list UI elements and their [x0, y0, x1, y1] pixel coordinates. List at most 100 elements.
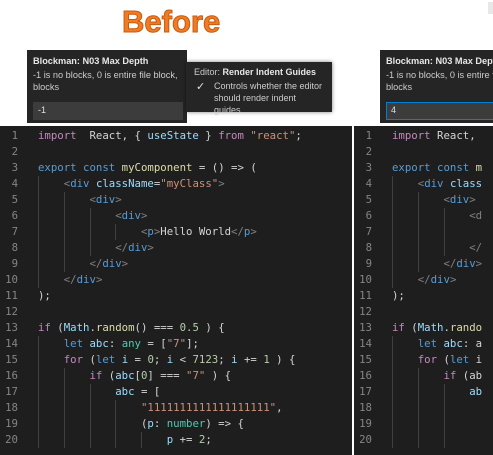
render-indent-guides-name: Render Indent Guides	[222, 67, 317, 77]
left-setting-desc-2: blocks	[33, 82, 60, 92]
code-text: <div>	[443, 193, 476, 206]
code-text: </div>	[63, 273, 103, 286]
right-code-editor[interactable]: 1 import React, 2 3 export const m 4 <div cl…	[354, 126, 493, 455]
line-number: 19	[359, 417, 372, 430]
code-text: </div>	[443, 257, 483, 270]
code-text: if (Math.rando	[392, 321, 483, 334]
code-text: </div>	[115, 241, 154, 254]
left-max-depth-input[interactable]: -1	[33, 102, 183, 120]
indent-guide	[417, 192, 419, 272]
left-code-editor[interactable]: 1 import React, { useState } from "react"…	[0, 126, 352, 455]
code-text: if (Math.random() === 0.5 ) {	[38, 321, 225, 334]
code-text: <div className="myClass">	[63, 177, 225, 190]
render-indent-guides-prefix: Editor:	[194, 67, 221, 77]
code-text: export const m	[392, 161, 483, 174]
right-setting-title: Blockman: N03 Max Depth	[386, 56, 493, 66]
line-number: 14	[5, 337, 18, 350]
line-number: 16	[5, 369, 18, 382]
code-text: ab	[469, 385, 483, 398]
code-text: );	[38, 289, 51, 302]
line-number: 10	[5, 273, 18, 286]
indent-guide	[141, 432, 143, 448]
render-indent-guides-title: Editor: Render Indent Guides	[194, 66, 316, 78]
code-text: <div class	[417, 177, 483, 190]
indent-guide	[38, 176, 39, 288]
indent-guide	[443, 208, 445, 256]
line-number: 13	[5, 321, 18, 334]
line-number: 20	[359, 433, 372, 446]
line-number: 19	[5, 417, 18, 430]
code-text: for (let i = 0; i < 7123; i += 1 ) {	[63, 353, 296, 366]
line-number: 2	[365, 145, 372, 158]
before-heading-text: Before	[122, 4, 220, 39]
line-number: 8	[365, 241, 372, 254]
indent-guide	[38, 336, 39, 448]
indent-guide	[443, 384, 445, 448]
code-text: </div>	[89, 257, 129, 270]
render-indent-guides-desc: Controls whether the editor should rende…	[214, 81, 323, 115]
code-text: export const myComponent = () => (	[38, 161, 257, 174]
code-text: abc = [	[115, 385, 161, 398]
code-text: </div>	[417, 273, 457, 286]
indent-guide	[392, 336, 393, 448]
window-corner	[488, 2, 493, 14]
indent-guide	[417, 368, 419, 448]
indent-guide	[89, 384, 91, 448]
line-number: 9	[365, 257, 372, 270]
render-indent-guides-setting: Editor: Render Indent Guides ✓ Controls …	[186, 62, 332, 115]
line-number: 12	[5, 305, 18, 318]
right-max-depth-input[interactable]: 4	[386, 102, 493, 120]
line-number: 4	[11, 177, 18, 190]
line-number: 1	[11, 129, 18, 142]
line-number: 15	[5, 353, 18, 366]
indent-guide	[89, 208, 91, 256]
code-text: for (let i	[417, 353, 483, 366]
code-text: if (ab	[443, 369, 483, 382]
line-number: 12	[359, 305, 372, 318]
code-text: import React,	[392, 129, 483, 142]
line-number: 18	[5, 401, 18, 414]
line-number: 3	[365, 161, 372, 174]
line-number: 3	[11, 161, 18, 174]
before-heading: Before	[118, 2, 230, 40]
indent-guide	[115, 224, 117, 240]
line-number: 8	[11, 241, 18, 254]
code-text: if (abc[0] === "7" ) {	[89, 369, 232, 382]
line-number: 4	[365, 177, 372, 190]
indent-guide	[63, 192, 65, 272]
line-number: 17	[359, 385, 372, 398]
line-number: 7	[11, 225, 18, 238]
code-text: );	[392, 289, 405, 302]
line-number: 13	[359, 321, 372, 334]
indent-guide	[115, 400, 117, 448]
right-setting-desc-2: blocks	[386, 82, 413, 92]
code-text: let abc: a	[417, 337, 483, 350]
line-number: 18	[359, 401, 372, 414]
line-number: 6	[11, 209, 18, 222]
line-number: 5	[11, 193, 18, 206]
right-setting-desc-1: -1 is no blocks, 0 is entire file block,	[386, 70, 493, 80]
line-number: 15	[359, 353, 372, 366]
line-number: 2	[11, 145, 18, 158]
line-number: 5	[365, 193, 372, 206]
line-number: 9	[11, 257, 18, 270]
code-text: </	[469, 241, 483, 254]
line-number: 1	[365, 129, 372, 142]
checkbox-check-icon[interactable]: ✓	[196, 81, 205, 93]
line-number: 11	[359, 289, 372, 302]
indent-guide	[63, 368, 65, 448]
line-number: 17	[5, 385, 18, 398]
line-number: 14	[359, 337, 372, 350]
left-setting-title: Blockman: N03 Max Depth	[33, 56, 149, 66]
line-number: 10	[359, 273, 372, 286]
line-number: 7	[365, 225, 372, 238]
left-setting-desc-1: -1 is no blocks, 0 is entire file block,	[33, 70, 178, 80]
code-text: <p>Hello World</p>	[140, 225, 257, 238]
indent-guide	[392, 176, 393, 288]
left-setting-panel: Blockman: N03 Max Depth -1 is no blocks,…	[27, 50, 187, 123]
line-number: 6	[365, 209, 372, 222]
line-number: 16	[359, 369, 372, 382]
code-text: <d	[469, 209, 483, 222]
code-text: <div>	[115, 209, 148, 222]
code-text: <div>	[89, 193, 122, 206]
